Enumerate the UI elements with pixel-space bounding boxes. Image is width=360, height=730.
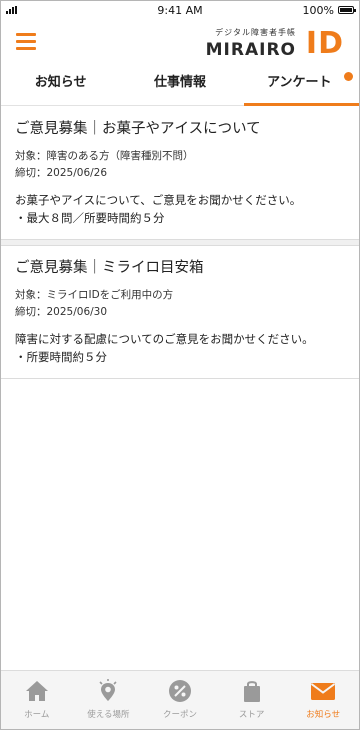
survey-card[interactable]: ご意見募集｜お菓子やアイスについて 対象：障害のある方（障害種別不問） 締切：2…	[1, 107, 359, 240]
battery-percent: 100%	[302, 4, 334, 17]
survey-deadline: 締切：2025/06/26	[15, 167, 108, 179]
survey-description: 障害に対する配慮についてのご意見をお聞かせください。	[15, 332, 314, 346]
survey-detail: ・最大８問／所要時間約５分	[15, 211, 165, 225]
bottom-nav: ホーム 使える場所 クーポン ストア お知らせ	[1, 670, 359, 729]
nav-coupon[interactable]: クーポン	[144, 671, 216, 729]
notification-dot	[343, 72, 353, 81]
tab-bar: お知らせ 仕事情報 アンケート	[1, 67, 359, 106]
coupon-icon	[168, 680, 191, 702]
tab-survey[interactable]: アンケート	[240, 67, 359, 106]
menu-icon[interactable]	[16, 33, 36, 50]
shopping-bag-icon	[243, 681, 260, 702]
home-icon	[25, 681, 48, 701]
mirairo-id-logo: デジタル障害者手帳 MIRAIRO ID	[204, 25, 344, 61]
survey-deadline: 締切：2025/06/30	[15, 306, 108, 318]
battery-icon	[338, 6, 356, 14]
nav-news[interactable]: お知らせ	[287, 671, 359, 729]
status-bar: 9:41 AM 100%	[1, 1, 359, 19]
mail-icon	[311, 683, 336, 700]
logo-tagline: デジタル障害者手帳	[215, 28, 296, 37]
survey-detail: ・所要時間約５分	[15, 350, 107, 364]
survey-target: 対象：障害のある方（障害種別不問）	[15, 150, 194, 162]
app-header: デジタル障害者手帳 MIRAIRO ID	[1, 19, 359, 67]
survey-list: ご意見募集｜お菓子やアイスについて 対象：障害のある方（障害種別不問） 締切：2…	[1, 107, 359, 379]
logo-id-mark: ID	[305, 26, 344, 61]
logo-name: MIRAIRO	[205, 40, 296, 60]
nav-home[interactable]: ホーム	[1, 671, 73, 729]
tab-news[interactable]: お知らせ	[1, 67, 120, 105]
nav-store[interactable]: ストア	[216, 671, 288, 729]
survey-card[interactable]: ご意見募集｜ミライロ目安箱 対象：ミライロIDをご利用中の方 締切：2025/0…	[1, 246, 359, 379]
survey-target: 対象：ミライロIDをご利用中の方	[15, 289, 174, 301]
tab-jobs[interactable]: 仕事情報	[120, 67, 239, 105]
app-frame: 9:41 AM 100% デジタル障害者手帳 MIRAIRO ID お知らせ 仕…	[0, 0, 360, 730]
survey-title: ご意見募集｜お菓子やアイスについて	[15, 121, 261, 137]
survey-title: ご意見募集｜ミライロ目安箱	[15, 260, 204, 276]
nav-places[interactable]: 使える場所	[73, 671, 145, 729]
map-pin-icon	[99, 679, 117, 701]
survey-description: お菓子やアイスについて、ご意見をお聞かせください。	[15, 193, 302, 207]
